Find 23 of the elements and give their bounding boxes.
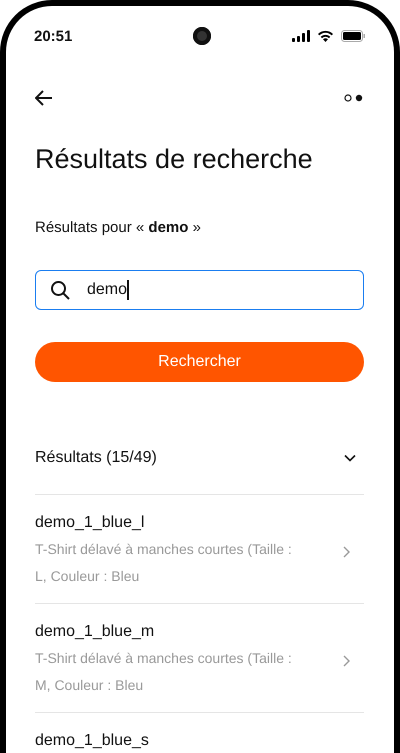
results-count: Résultats (15/49): [35, 449, 157, 467]
result-name: demo_1_blue_s: [35, 731, 150, 751]
search-field[interactable]: demo: [35, 270, 364, 310]
signal-icon: [292, 30, 310, 42]
result-item[interactable]: demo_1_blue_m T-Shirt délavé à manches courtes (Taille : M, Couleur : Bleu: [35, 604, 364, 713]
result-item[interactable]: demo_1_blue_l T-Shirt délavé à manches courtes (Taille : L, Couleur : Bleu: [35, 495, 364, 604]
search-icon: [50, 280, 70, 300]
chevron-right-icon: [343, 654, 350, 666]
dots-icon[interactable]: [344, 94, 364, 102]
result-name: demo_1_blue_l: [35, 513, 146, 533]
battery-icon: [341, 30, 365, 42]
chevron-right-icon: [343, 546, 350, 558]
result-description: T-Shirt délavé à manches courtes (Taille : M, Couleur : Bleu: [35, 649, 293, 695]
status-time: 20:51: [34, 28, 72, 44]
wifi-icon: [317, 30, 334, 42]
page-title: Résultats de recherche: [35, 143, 314, 176]
result-description: T-Shirt délavé à manches courtes (Taille : L, Couleur : Bleu: [35, 540, 293, 586]
result-name: demo_1_blue_m: [35, 622, 156, 642]
results-for-text: Résultats pour « demo »: [35, 218, 202, 238]
back-arrow-icon[interactable]: [35, 90, 53, 106]
results-header[interactable]: Résultats (15/49): [35, 436, 364, 495]
camera-icon: [193, 27, 212, 45]
result-item[interactable]: demo_1_blue_s: [35, 713, 364, 753]
